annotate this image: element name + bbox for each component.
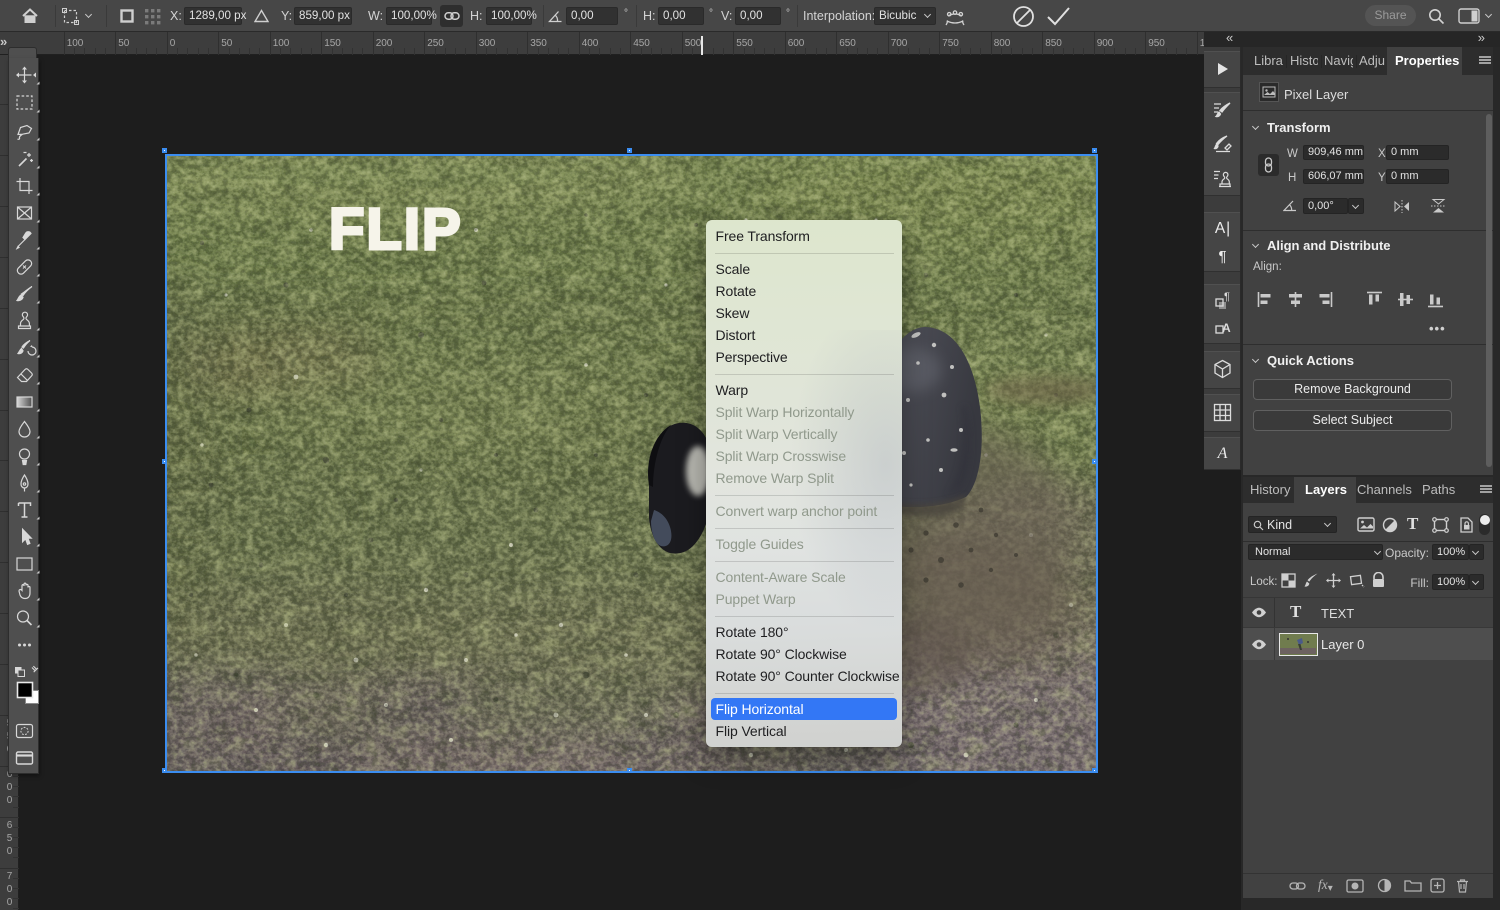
svg-text:A: A xyxy=(1222,321,1231,335)
svg-text:¶: ¶ xyxy=(1224,291,1230,303)
